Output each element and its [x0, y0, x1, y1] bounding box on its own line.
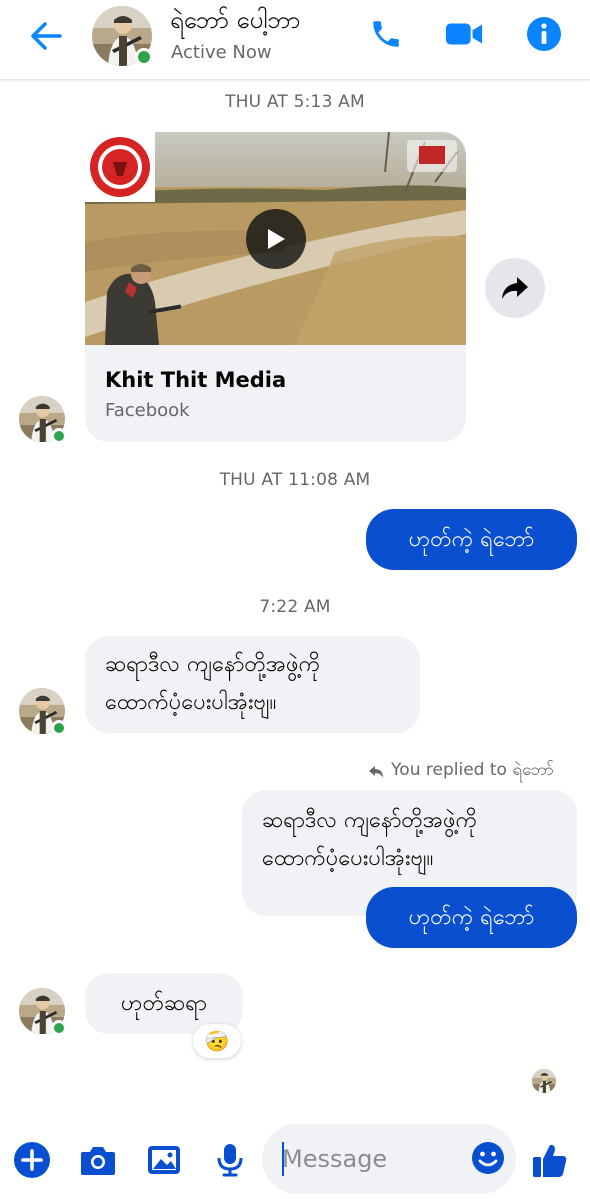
outgoing-reply-message[interactable]: ဟုတ်ကဲ့ ရဲဘော်: [366, 887, 577, 948]
camera-icon: [81, 1147, 115, 1175]
back-arrow-icon: [31, 22, 62, 50]
reply-arrow-icon: [369, 765, 384, 778]
shared-post-source: Facebook: [105, 400, 190, 421]
phone-icon: [373, 21, 399, 47]
message-line: ဆရာဒီလ ကျနော်တို့အဖွဲ့ကို: [105, 652, 321, 677]
contact-avatar[interactable]: [92, 6, 153, 66]
play-button[interactable]: [246, 209, 306, 269]
audio-call-button[interactable]: [366, 14, 406, 54]
plus-icon: [14, 1142, 50, 1178]
quoted-line: ထောက်ပံ့ပေးပါအုံးဗျ။: [262, 846, 434, 871]
online-indicator: [135, 48, 153, 66]
reply-indicator: You replied to ရဲဘော်: [367, 759, 554, 784]
conversation-header: ရဲဘော် ပေါ့ဘာ Active Now: [0, 0, 590, 80]
outgoing-message[interactable]: ဟုတ်ကဲ့ ရဲဘော်: [366, 509, 577, 570]
microphone-icon: [217, 1144, 243, 1177]
contact-name[interactable]: ရဲဘော် ပေါ့ဘာ: [170, 4, 300, 40]
gallery-button[interactable]: [144, 1140, 184, 1180]
info-icon: [527, 17, 561, 51]
reaction-emoji: 🤕: [204, 1029, 230, 1053]
voice-clip-button[interactable]: [210, 1140, 250, 1180]
text-cursor: [282, 1142, 284, 1176]
gallery-icon: [148, 1146, 180, 1174]
timestamp: THU AT 11:08 AM: [219, 470, 371, 490]
shared-post-card[interactable]: Khit Thit Media Facebook: [85, 132, 466, 442]
message-line: ထောက်ပံ့ပေးပါအုံးဗျ။: [105, 690, 277, 715]
timestamp: 7:22 AM: [259, 597, 331, 617]
emoji-icon: [472, 1142, 504, 1174]
sender-avatar[interactable]: [19, 688, 67, 736]
timestamp: THU AT 5:13 AM: [225, 92, 365, 112]
shared-post-title: Khit Thit Media: [105, 368, 287, 392]
video-camera-icon: [445, 23, 483, 45]
video-call-button[interactable]: [444, 14, 484, 54]
play-icon: [268, 229, 285, 249]
message-reaction[interactable]: 🤕: [193, 1024, 241, 1058]
tv-watermark: [407, 140, 457, 172]
sender-avatar[interactable]: [19, 396, 67, 444]
back-button[interactable]: [24, 16, 68, 56]
camera-button[interactable]: [78, 1140, 118, 1180]
like-button[interactable]: [530, 1140, 570, 1180]
online-indicator: [51, 1020, 67, 1036]
more-actions-button[interactable]: [12, 1140, 52, 1180]
emoji-button[interactable]: [468, 1138, 508, 1178]
share-arrow-icon: [502, 277, 528, 299]
active-status: Active Now: [171, 42, 272, 63]
incoming-message[interactable]: ဆရာဒီလ ကျနော်တို့အဖွဲ့ကို ထောက်ပံ့ပေးပါအ…: [85, 636, 420, 733]
thumbs-up-icon: [533, 1144, 567, 1177]
seen-receipt-avatar: [532, 1069, 556, 1093]
quoted-line: ဆရာဒီလ ကျနော်တို့အဖွဲ့ကို: [262, 808, 478, 833]
sender-avatar[interactable]: [19, 988, 67, 1036]
online-indicator: [51, 720, 67, 736]
online-indicator: [51, 428, 67, 444]
forward-button[interactable]: [485, 258, 545, 318]
page-logo: [85, 132, 155, 202]
reply-indicator-text: You replied to ရဲဘော်: [391, 760, 554, 780]
video-thumbnail[interactable]: [85, 132, 466, 345]
conversation-info-button[interactable]: [524, 14, 564, 54]
